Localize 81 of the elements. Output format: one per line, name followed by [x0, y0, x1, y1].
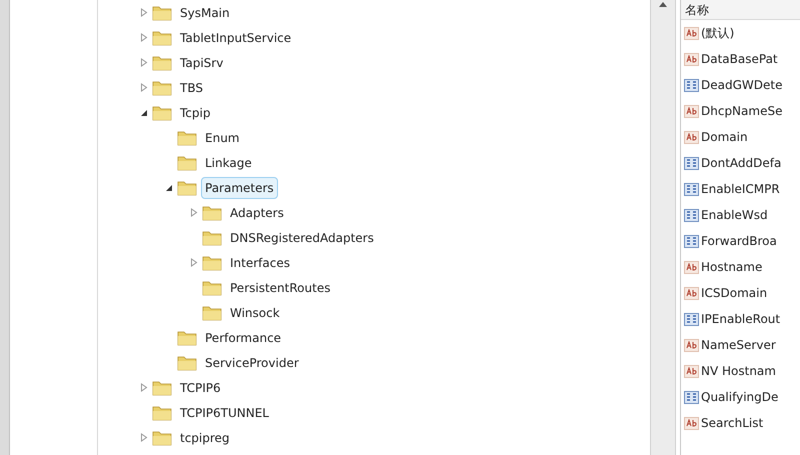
- value-name[interactable]: Hostname: [701, 258, 762, 276]
- string-value-icon: [684, 286, 699, 300]
- folder-icon: [202, 254, 222, 271]
- tree-item[interactable]: TapiSrv: [176, 52, 228, 74]
- tree-item[interactable]: Tcpip: [176, 102, 214, 124]
- tree-item[interactable]: Winsock: [226, 302, 284, 324]
- binary-value-icon: [684, 182, 699, 196]
- folder-icon: [177, 154, 197, 171]
- value-name[interactable]: QualifyingDe: [701, 388, 778, 406]
- tree-item[interactable]: TCPIP6: [176, 376, 225, 398]
- value-name[interactable]: (默认): [701, 24, 734, 42]
- folder-icon: [177, 354, 197, 371]
- folder-icon: [152, 404, 172, 421]
- value-name[interactable]: DhcpNameSe: [701, 102, 782, 120]
- folder-icon: [202, 204, 222, 221]
- folder-icon: [152, 4, 172, 21]
- tree-item[interactable]: TBS: [176, 76, 207, 98]
- value-name[interactable]: NV Hostnam: [701, 362, 776, 380]
- scroll-up-icon[interactable]: [659, 2, 667, 7]
- value-name[interactable]: SearchList: [701, 414, 764, 432]
- folder-icon: [177, 179, 197, 196]
- string-value-icon: [684, 260, 699, 274]
- binary-value-icon: [684, 234, 699, 248]
- binary-value-icon: [684, 208, 699, 222]
- folder-icon: [152, 29, 172, 46]
- folder-icon: [152, 379, 172, 396]
- tree-item[interactable]: Enum: [201, 126, 244, 148]
- tree-item[interactable]: ServiceProvider: [201, 352, 303, 374]
- value-name[interactable]: IPEnableRout: [701, 310, 780, 328]
- collapsed-arrow-icon[interactable]: [140, 58, 148, 67]
- tree-item[interactable]: SysMain: [176, 2, 234, 24]
- value-name[interactable]: DataBasePat: [701, 50, 778, 68]
- value-name[interactable]: ICSDomain: [701, 284, 768, 302]
- binary-value-icon: [684, 312, 699, 326]
- string-value-icon: [684, 130, 699, 144]
- tree-item[interactable]: DNSRegisteredAdapters: [226, 226, 378, 248]
- folder-icon: [177, 329, 197, 346]
- string-value-icon: [684, 364, 699, 378]
- collapsed-arrow-icon[interactable]: [190, 258, 198, 267]
- tree-item[interactable]: PersistentRoutes: [226, 276, 334, 298]
- binary-value-icon: [684, 156, 699, 170]
- tree-item[interactable]: TCPIP6TUNNEL: [176, 402, 273, 424]
- value-name[interactable]: EnableWsd: [701, 206, 768, 224]
- value-name[interactable]: NameServer: [701, 336, 776, 354]
- column-header[interactable]: 名称: [681, 0, 800, 20]
- string-value-icon: [684, 52, 699, 66]
- folder-icon: [177, 129, 197, 146]
- tree-item[interactable]: Parameters: [201, 176, 278, 198]
- folder-icon: [152, 79, 172, 96]
- collapsed-arrow-icon[interactable]: [140, 8, 148, 17]
- value-name[interactable]: ForwardBroa: [701, 232, 777, 250]
- tree-item[interactable]: Interfaces: [226, 252, 294, 274]
- string-value-icon: [684, 26, 699, 40]
- value-name[interactable]: DontAddDefa: [701, 154, 782, 172]
- tree-item[interactable]: Adapters: [226, 202, 288, 224]
- folder-icon: [202, 304, 222, 321]
- tree-item[interactable]: Linkage: [201, 152, 256, 174]
- tree-item[interactable]: tcpipreg: [176, 426, 234, 448]
- collapsed-arrow-icon[interactable]: [140, 83, 148, 92]
- value-name[interactable]: Domain: [701, 128, 748, 146]
- collapsed-arrow-icon[interactable]: [190, 208, 198, 217]
- tree-item[interactable]: TabletInputService: [176, 26, 296, 48]
- string-value-icon: [684, 338, 699, 352]
- value-name[interactable]: DeadGWDete: [701, 76, 782, 94]
- scrollbar[interactable]: [650, 0, 676, 455]
- value-name[interactable]: EnableICMPR: [701, 180, 780, 198]
- string-value-icon: [684, 416, 699, 430]
- tree-item[interactable]: Performance: [201, 326, 286, 348]
- folder-icon: [202, 279, 222, 296]
- binary-value-icon: [684, 390, 699, 404]
- folder-icon: [202, 229, 222, 246]
- folder-icon: [152, 54, 172, 71]
- folder-icon: [152, 104, 172, 121]
- expanded-arrow-icon[interactable]: [140, 108, 148, 116]
- collapsed-arrow-icon[interactable]: [140, 383, 148, 392]
- string-value-icon: [684, 104, 699, 118]
- binary-value-icon: [684, 78, 699, 92]
- folder-icon: [152, 429, 172, 446]
- collapsed-arrow-icon[interactable]: [140, 433, 148, 442]
- expanded-arrow-icon[interactable]: [165, 184, 173, 192]
- collapsed-arrow-icon[interactable]: [140, 33, 148, 42]
